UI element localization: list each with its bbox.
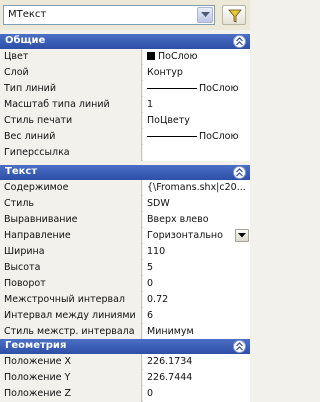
property-row-color[interactable]: Цвет ПоСлою — [0, 49, 250, 65]
property-row-direction[interactable]: Направление Горизонтально — [0, 228, 250, 244]
collapse-chevron-icon[interactable] — [233, 166, 246, 179]
property-row-position-y[interactable]: Положение Y 226.7444 — [0, 370, 250, 386]
property-row-hyperlink[interactable]: Гиперссылка — [0, 145, 250, 161]
section-text: Текст Содержимое {\Fromans.shx|c20... Ст… — [0, 165, 250, 340]
section-geometry-title: Геометрия — [5, 340, 67, 351]
property-label: Положение Y — [0, 370, 142, 386]
property-value[interactable]: ПоЦвету — [143, 113, 250, 129]
property-label: Стиль межстр. интервала — [0, 324, 142, 340]
property-label: Масштаб типа линий — [0, 97, 142, 113]
property-label: Стиль — [0, 196, 142, 212]
property-row-line-space-factor[interactable]: Межстрочный интервал 0.72 — [0, 292, 250, 308]
section-text-title: Текст — [5, 166, 38, 177]
chevron-down-icon[interactable] — [197, 7, 213, 23]
property-value[interactable]: ПоСлою — [199, 83, 238, 94]
property-value[interactable]: SDW — [143, 196, 250, 212]
property-row-width[interactable]: Ширина 110 — [0, 244, 250, 260]
property-row-line-space-distance[interactable]: Интервал между линиями 6 — [0, 308, 250, 324]
collapse-chevron-icon[interactable] — [233, 35, 246, 48]
property-label: Межстрочный интервал — [0, 292, 142, 308]
property-label: Слой — [0, 65, 142, 81]
property-label: Тип линий — [0, 81, 142, 97]
property-value[interactable]: Вверх влево — [143, 212, 250, 228]
property-row-linetype-scale[interactable]: Масштаб типа линий 1 — [0, 97, 250, 113]
lineweight-sample-icon — [147, 136, 197, 137]
property-label: Положение Z — [0, 386, 142, 402]
property-value[interactable]: 0 — [143, 276, 250, 292]
property-label: Цвет — [0, 49, 142, 65]
property-label: Ширина — [0, 244, 142, 260]
property-value[interactable]: ПоСлою — [158, 51, 197, 62]
property-label: Интервал между линиями — [0, 308, 142, 324]
quick-select-button[interactable] — [222, 5, 246, 25]
object-type-value: МТекст — [8, 9, 47, 20]
property-label: Высота — [0, 260, 142, 276]
property-value[interactable]: 226.1734 — [143, 354, 250, 370]
property-value[interactable]: 0 — [143, 386, 250, 402]
property-label: Гиперссылка — [0, 145, 142, 161]
property-label: Содержимое — [0, 180, 142, 196]
section-general-header[interactable]: Общие — [0, 34, 250, 49]
property-value[interactable]: Контур — [143, 65, 250, 81]
section-general: Общие Цвет ПоСлою Слой Контур Тип линий … — [0, 34, 250, 161]
property-label: Стиль печати — [0, 113, 142, 129]
property-value[interactable]: 1 — [143, 97, 250, 113]
property-label: Выравнивание — [0, 212, 142, 228]
property-row-style[interactable]: Стиль SDW — [0, 196, 250, 212]
property-value[interactable]: Минимум — [143, 324, 250, 340]
linetype-sample-icon — [147, 88, 197, 89]
section-geometry: Геометрия Положение X 226.1734 Положение… — [0, 339, 250, 402]
property-label: Вес линий — [0, 129, 142, 145]
property-value[interactable]: 5 — [143, 260, 250, 276]
object-type-combobox[interactable]: МТекст — [3, 5, 215, 25]
property-row-rotation[interactable]: Поворот 0 — [0, 276, 250, 292]
section-general-title: Общие — [5, 35, 46, 46]
property-row-linetype[interactable]: Тип линий ПоСлою — [0, 81, 250, 97]
property-value[interactable]: 6 — [143, 308, 250, 324]
property-value[interactable]: Горизонтально — [147, 230, 223, 241]
property-row-layer[interactable]: Слой Контур — [0, 65, 250, 81]
property-row-lineweight[interactable]: Вес линий ПоСлою — [0, 129, 250, 145]
property-row-line-space-style[interactable]: Стиль межстр. интервала Минимум — [0, 324, 250, 340]
property-value[interactable]: 0.72 — [143, 292, 250, 308]
property-row-plot-style[interactable]: Стиль печати ПоЦвету — [0, 113, 250, 129]
section-text-header[interactable]: Текст — [0, 165, 250, 180]
property-value[interactable] — [143, 145, 250, 161]
property-value[interactable]: 226.7444 — [143, 370, 250, 386]
property-row-contents[interactable]: Содержимое {\Fromans.shx|c20... — [0, 180, 250, 196]
property-row-position-x[interactable]: Положение X 226.1734 — [0, 354, 250, 370]
chevron-down-icon[interactable] — [235, 229, 249, 242]
toolbar: МТекст — [0, 0, 250, 30]
property-label: Положение X — [0, 354, 142, 370]
property-label: Направление — [0, 228, 142, 244]
property-row-height[interactable]: Высота 5 — [0, 260, 250, 276]
property-row-position-z[interactable]: Положение Z 0 — [0, 386, 250, 402]
section-geometry-header[interactable]: Геометрия — [0, 339, 250, 354]
property-label: Поворот — [0, 276, 142, 292]
property-value[interactable]: ПоСлою — [199, 131, 238, 142]
property-value[interactable]: {\Fromans.shx|c20... — [143, 180, 250, 196]
property-row-justify[interactable]: Выравнивание Вверх влево — [0, 212, 250, 228]
color-swatch-icon — [147, 52, 155, 60]
collapse-chevron-icon[interactable] — [233, 340, 246, 353]
property-value[interactable]: 110 — [143, 244, 250, 260]
